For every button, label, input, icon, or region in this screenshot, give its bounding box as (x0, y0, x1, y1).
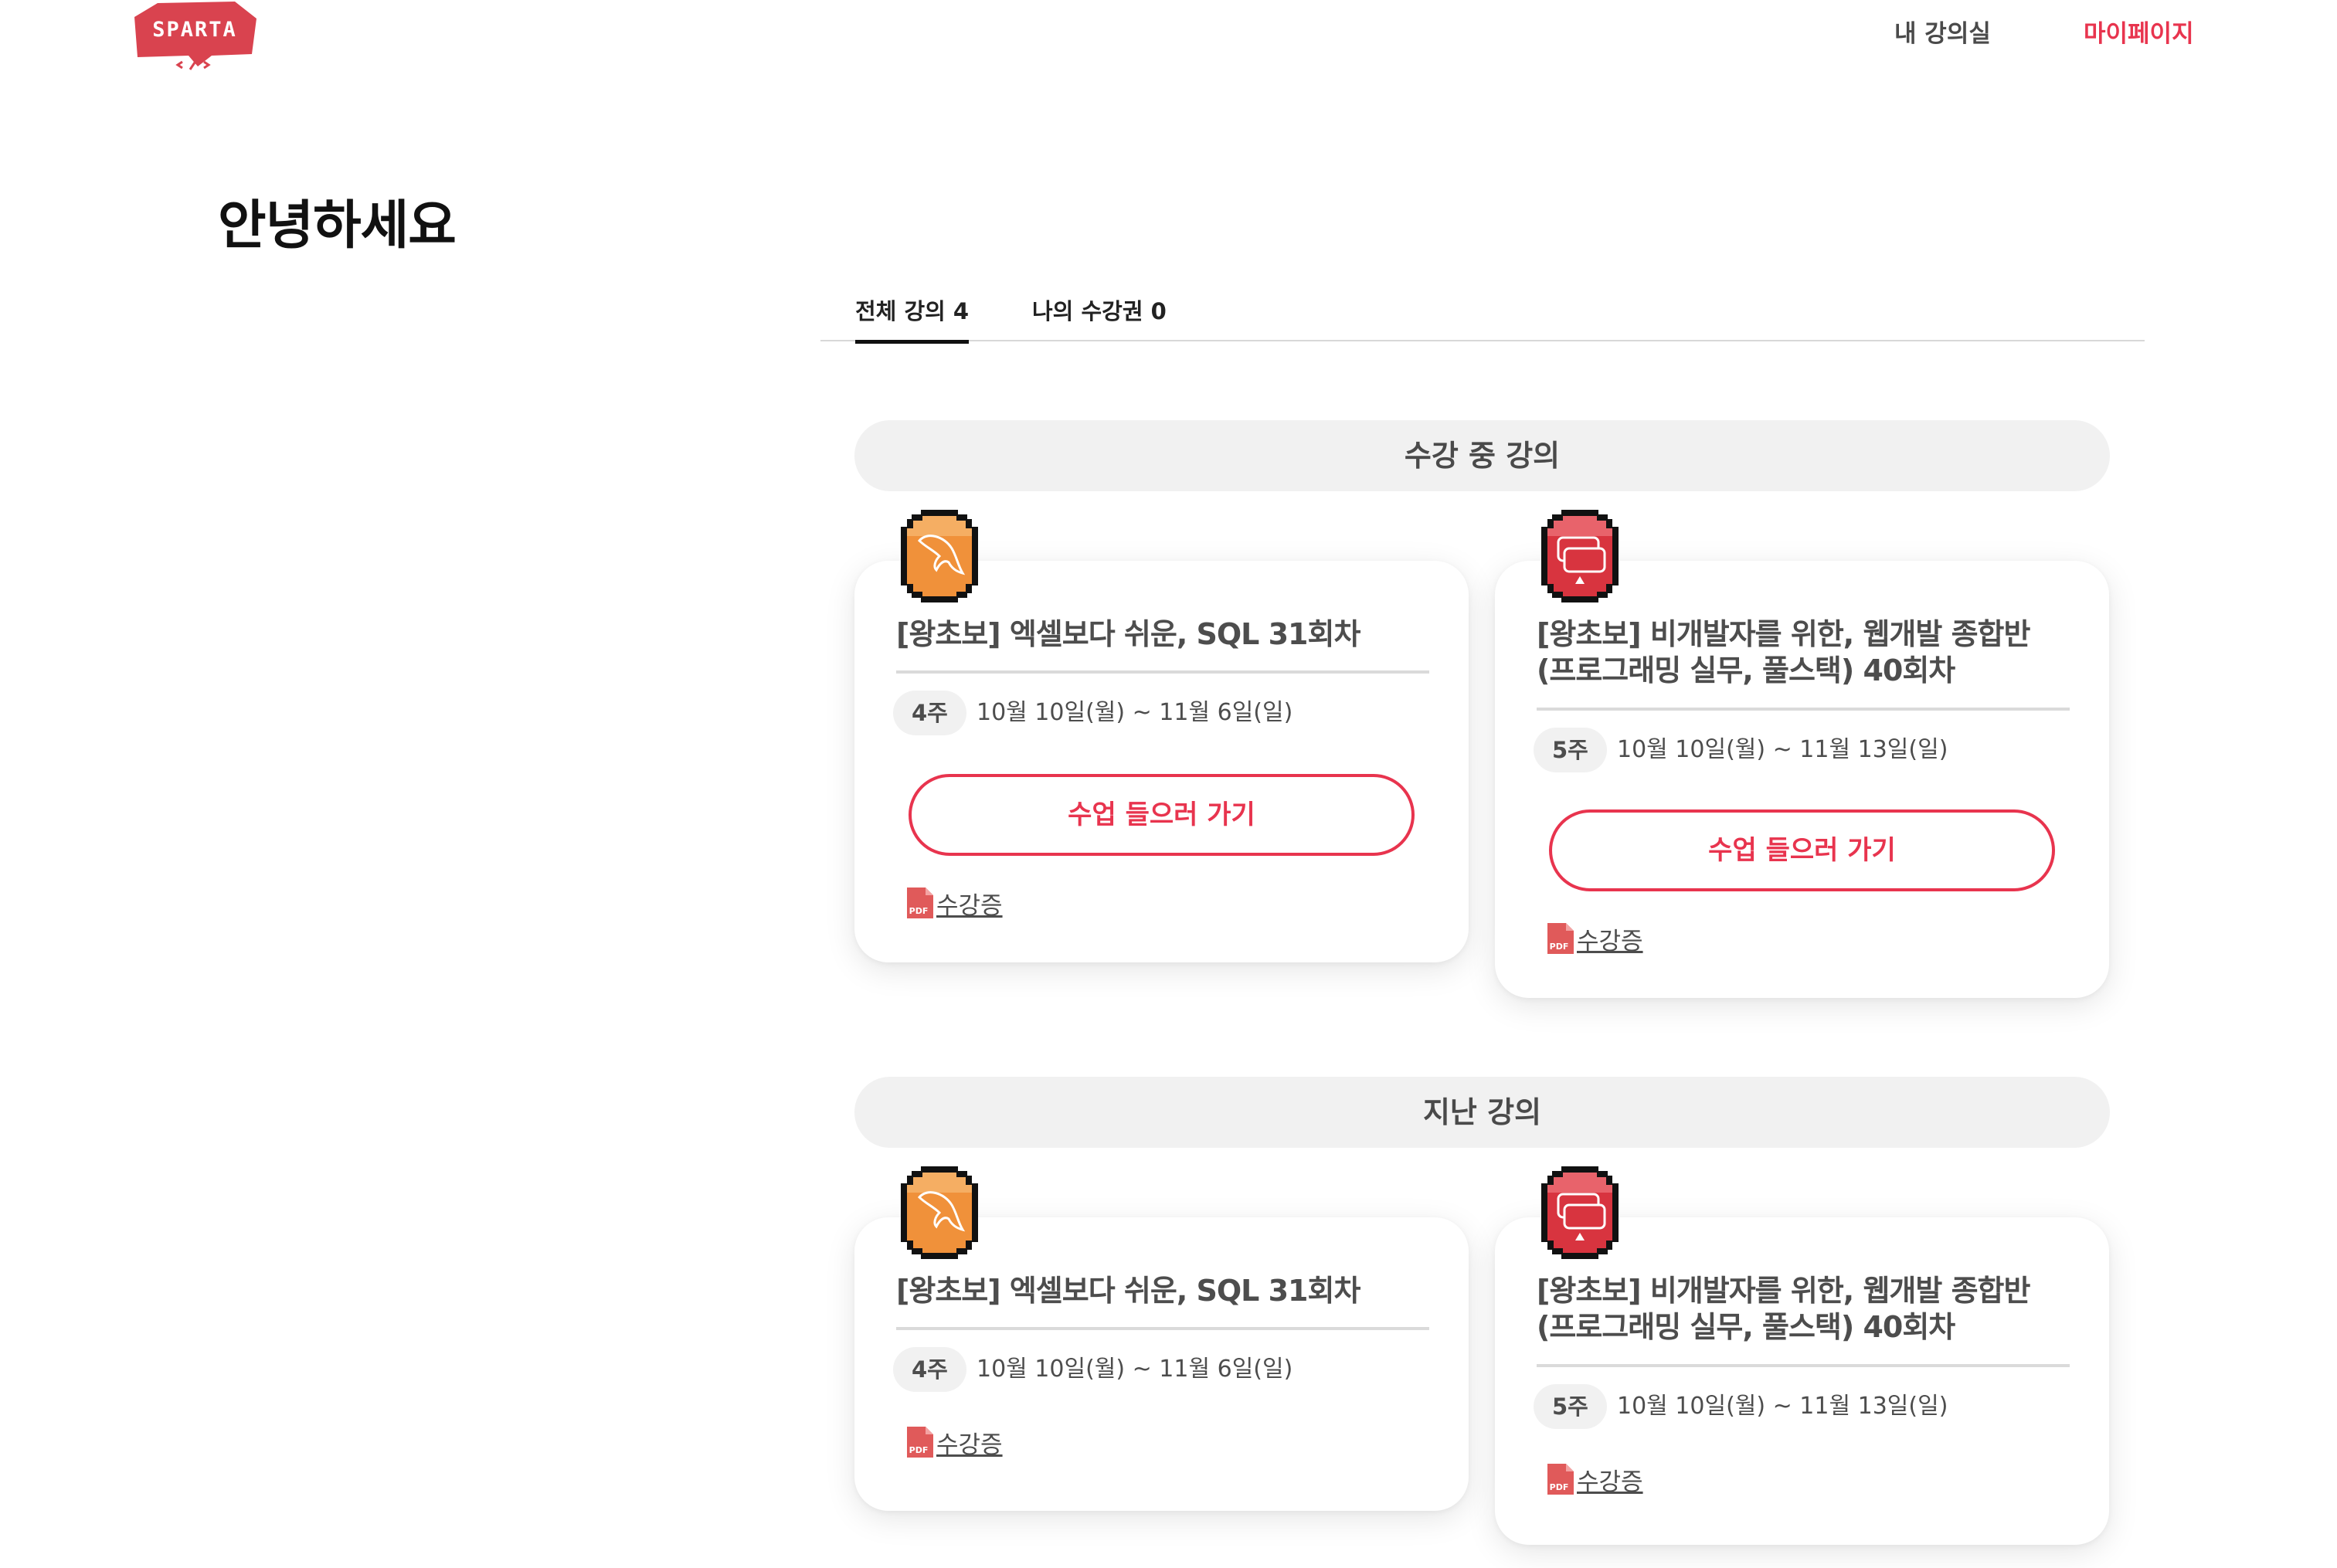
web-dev-icon (1541, 1166, 1619, 1259)
course-card: [왕초보] 비개발자를 위한, 웹개발 종합반 (프로그래밍 실무, 풀스택) … (1495, 510, 2109, 998)
week-pill: 4주 (893, 1347, 966, 1392)
divider (1537, 708, 2070, 711)
divider (1537, 1364, 2070, 1367)
logo-text: SPARTA (152, 18, 237, 42)
pdf-icon: PDF (1547, 1464, 1574, 1495)
greeting-title: 안녕하세요 (218, 195, 457, 256)
tab-bar: 전체 강의 4 나의 수강권 0 (820, 294, 2145, 344)
tab-all-courses[interactable]: 전체 강의 4 (855, 294, 970, 344)
certificate-link[interactable]: PDF 수강증 (1544, 1461, 1643, 1497)
section-header-in-progress: 수강 중 강의 (854, 420, 2110, 491)
mysql-dolphin-icon (901, 510, 978, 602)
certificate-label[interactable]: 수강증 (1577, 1462, 1643, 1497)
divider (896, 1327, 1429, 1330)
course-period: 10월 10일(월) ~ 11월 6일(일) (977, 1356, 1293, 1383)
course-period: 10월 10일(월) ~ 11월 6일(일) (977, 699, 1293, 726)
certificate-link[interactable]: PDF 수강증 (904, 885, 1003, 921)
course-card: [왕초보] 비개발자를 위한, 웹개발 종합반 (프로그래밍 실무, 풀스택) … (1495, 1166, 2109, 1545)
week-pill: 4주 (893, 691, 966, 735)
enter-class-button[interactable]: 수업 들으러 가기 (1549, 809, 2055, 891)
course-card: [왕초보] 엑셀보다 쉬운, SQL 31회차 4주 10월 10일(월) ~ … (854, 1166, 1469, 1511)
svg-text:PDF: PDF (909, 1445, 929, 1455)
svg-text:PDF: PDF (1550, 942, 1569, 952)
course-card: [왕초보] 엑셀보다 쉬운, SQL 31회차 4주 10월 10일(월) ~ … (854, 510, 1469, 962)
pdf-icon: PDF (907, 888, 933, 918)
certificate-label[interactable]: 수강증 (1577, 921, 1643, 956)
svg-text:PDF: PDF (1550, 1482, 1569, 1492)
web-dev-icon (1541, 510, 1619, 602)
mysql-dolphin-icon (901, 1166, 978, 1259)
course-title: [왕초보] 비개발자를 위한, 웹개발 종합반 (프로그래밍 실무, 풀스택) … (1537, 617, 2030, 687)
course-title: [왕초보] 엑셀보다 쉬운, SQL 31회차 (896, 1274, 1360, 1308)
certificate-label[interactable]: 수강증 (936, 1425, 1003, 1460)
course-period: 10월 10일(월) ~ 11월 13일(일) (1617, 736, 1948, 763)
pdf-icon: PDF (907, 1427, 933, 1458)
nav-mypage[interactable]: 마이페이지 (2084, 14, 2194, 49)
sparta-logo[interactable]: SPARTA (127, 0, 260, 71)
week-pill: 5주 (1534, 1384, 1607, 1429)
certificate-link[interactable]: PDF 수강증 (904, 1424, 1003, 1460)
divider (896, 670, 1429, 674)
section-header-past: 지난 강의 (854, 1077, 2110, 1148)
certificate-label[interactable]: 수강증 (936, 886, 1003, 921)
course-period: 10월 10일(월) ~ 11월 13일(일) (1617, 1393, 1948, 1420)
nav-my-classroom[interactable]: 내 강의실 (1894, 14, 1991, 49)
course-title: [왕초보] 비개발자를 위한, 웹개발 종합반 (프로그래밍 실무, 풀스택) … (1537, 1274, 2030, 1344)
svg-text:PDF: PDF (909, 906, 929, 916)
week-pill: 5주 (1534, 728, 1607, 772)
pdf-icon: PDF (1547, 923, 1574, 954)
tab-my-tickets[interactable]: 나의 수강권 0 (1032, 294, 1167, 340)
course-title: [왕초보] 엑셀보다 쉬운, SQL 31회차 (896, 617, 1360, 651)
certificate-link[interactable]: PDF 수강증 (1544, 921, 1643, 956)
enter-class-button[interactable]: 수업 들으러 가기 (909, 774, 1415, 856)
